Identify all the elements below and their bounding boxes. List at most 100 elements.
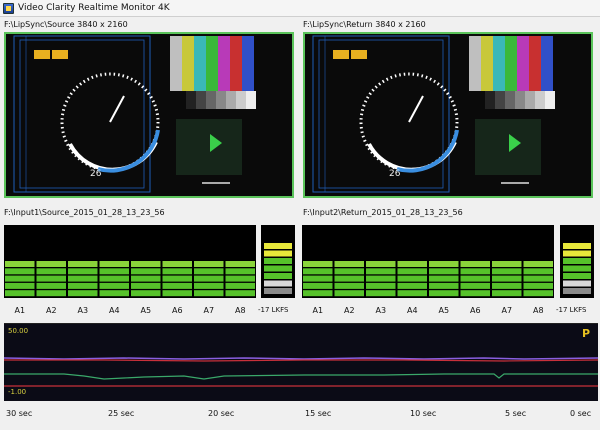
meter-segment — [460, 282, 490, 289]
meter-segment — [131, 290, 161, 297]
purple-line — [4, 357, 598, 360]
lkfs-segment — [264, 273, 292, 279]
meter-segment — [460, 290, 490, 297]
channel-label: A5 — [438, 306, 450, 315]
meter-segment — [366, 261, 396, 267]
time-label: 5 sec — [505, 409, 527, 418]
lkfs-segment — [563, 250, 591, 257]
window-title: Video Clarity Realtime Monitor 4K — [18, 3, 170, 13]
meter-segment — [225, 268, 255, 275]
meter-segment — [366, 268, 396, 275]
meter-segment — [397, 275, 427, 282]
meter-segment — [131, 282, 161, 289]
lkfs-segment — [563, 288, 591, 294]
channel-label: A2 — [343, 306, 355, 315]
lkfs-meter-source — [261, 225, 295, 298]
meter-segment — [162, 282, 192, 289]
meter-segment — [36, 275, 66, 282]
meter-segment — [162, 275, 192, 282]
meter-segment — [303, 275, 333, 282]
lkfs-segment — [264, 258, 292, 264]
audio-bars-return — [303, 261, 553, 297]
meter-segment — [397, 268, 427, 275]
video-monitor-source[interactable]: 26 — [4, 32, 294, 198]
meter-segment — [429, 282, 459, 289]
red-line — [4, 359, 598, 362]
meter-segment — [36, 282, 66, 289]
channel-label: A4 — [406, 306, 418, 315]
lkfs-segment — [264, 243, 292, 249]
meter-segment — [68, 275, 98, 282]
meter-segment — [68, 290, 98, 297]
channel-label: A6 — [469, 306, 481, 315]
meter-segment — [334, 282, 364, 289]
meter-segment — [429, 268, 459, 275]
meter-segment — [303, 261, 333, 267]
channel-label: A3 — [375, 306, 387, 315]
channel-label: A2 — [45, 306, 57, 315]
meter-segment — [366, 290, 396, 297]
lkfs-segment — [264, 250, 292, 257]
lkfs-segment — [563, 273, 591, 279]
time-label: 25 sec — [108, 409, 135, 418]
test-pattern-source: 26 — [13, 35, 256, 193]
channel-label: A5 — [140, 306, 152, 315]
channel-label: A8 — [532, 306, 544, 315]
meter-segment — [303, 290, 333, 297]
channel-label: A7 — [203, 306, 215, 315]
lkfs-segment — [563, 243, 591, 249]
lkfs-segment — [563, 265, 591, 272]
lkfs-segment — [264, 288, 292, 294]
audio-bars-source — [5, 261, 255, 297]
channel-label: A6 — [171, 306, 183, 315]
graph-lines — [4, 357, 598, 387]
frame-number-source: 26 — [90, 169, 102, 179]
meter-segment — [334, 261, 364, 267]
meter-segment — [492, 261, 522, 267]
channel-label: A4 — [108, 306, 120, 315]
meter-segment — [99, 275, 129, 282]
meter-segment — [36, 290, 66, 297]
meter-segment — [131, 261, 161, 267]
green-line — [4, 373, 598, 380]
time-label: 10 sec — [410, 409, 437, 418]
meter-segment — [429, 261, 459, 267]
meter-segment — [303, 268, 333, 275]
meter-segment — [460, 275, 490, 282]
meter-segment — [366, 275, 396, 282]
meter-segment — [5, 290, 35, 297]
lkfs-segment — [264, 280, 292, 287]
audio-left-label: F:\Input1\Source_2015_01_28_13_23_56 — [4, 208, 165, 217]
meter-segment — [68, 282, 98, 289]
audio-meter-source — [4, 225, 256, 298]
meter-segment — [5, 268, 35, 275]
meter-segment — [429, 290, 459, 297]
meter-segment — [334, 275, 364, 282]
channel-label: A1 — [14, 306, 26, 315]
meter-segment — [5, 275, 35, 282]
video-monitor-return[interactable]: 26 — [303, 32, 593, 198]
meter-segment — [194, 290, 224, 297]
meter-segment — [5, 261, 35, 267]
lkfs-bars-return — [563, 243, 591, 294]
meter-segment — [397, 290, 427, 297]
meter-segment — [99, 282, 129, 289]
meter-segment — [99, 261, 129, 267]
lkfs-meter-return — [560, 225, 594, 298]
meter-segment — [225, 290, 255, 297]
meter-segment — [68, 261, 98, 267]
meter-segment — [5, 282, 35, 289]
meter-segment — [523, 282, 553, 289]
meter-segment — [523, 275, 553, 282]
meter-segment — [131, 275, 161, 282]
lipsync-graph[interactable]: 50.00 -1.00 P — [4, 323, 598, 401]
meter-segment — [194, 275, 224, 282]
meter-segment — [194, 268, 224, 275]
time-label: 20 sec — [208, 409, 235, 418]
channel-label: A1 — [312, 306, 324, 315]
meter-segment — [162, 261, 192, 267]
frame-number-return: 26 — [389, 169, 401, 179]
time-label: 15 sec — [305, 409, 332, 418]
meter-segment — [492, 268, 522, 275]
meter-segment — [397, 261, 427, 267]
